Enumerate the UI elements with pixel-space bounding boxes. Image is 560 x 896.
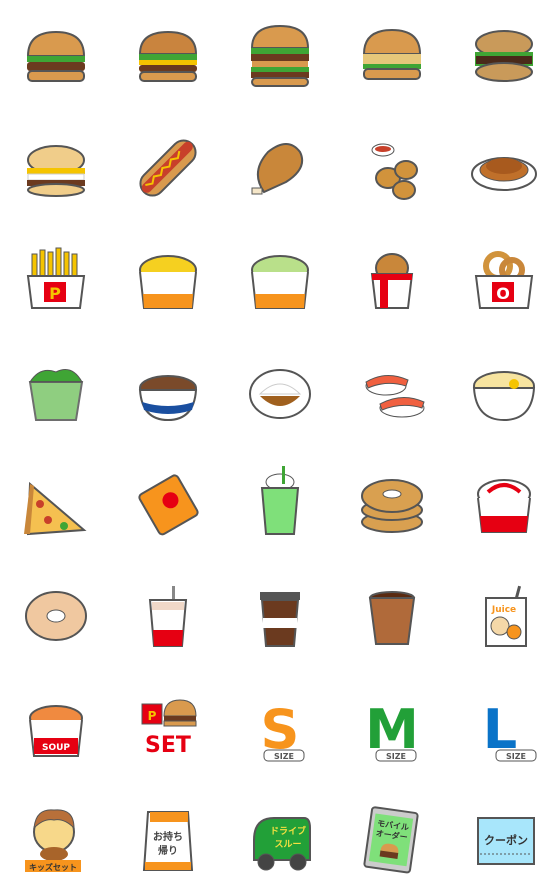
egg-muffin-icon [27,145,85,197]
sticker-ramen[interactable] [448,336,560,448]
sticker-hot-coffee[interactable] [336,560,448,672]
sticker-iced-coffee[interactable] [224,560,336,672]
fries-icon: P [26,247,86,309]
drive-thru-sub: スルー [274,839,301,850]
sticker-set[interactable]: P SET [112,672,224,784]
size-m-sub: SIZE [386,752,406,761]
nuggets-icon [371,143,418,200]
shake-icon [148,586,188,647]
sticker-size-m[interactable]: M SIZE [336,672,448,784]
chicken-burger-icon [362,28,422,80]
sticker-chicken-burger[interactable] [336,0,448,112]
pizza-icon [24,481,87,536]
salad-bowl-icon [28,369,84,421]
kids-set-icon: キッズセット [25,809,81,872]
sticker-corn-cup[interactable] [112,224,224,336]
takeout-label: お持ち [153,830,183,843]
sticker-kids-set[interactable]: キッズセット [0,784,112,896]
fried-chicken-icon [251,143,304,195]
sticker-soup[interactable]: SOUP [0,672,112,784]
donut-icon [25,591,87,641]
sticker-chicken-pack[interactable] [336,224,448,336]
drive-thru-label: ドライブ [270,825,306,837]
soup-icon: SOUP [29,705,83,757]
sticker-donut-stack[interactable] [336,448,448,560]
pancakes-icon [471,157,537,191]
sticker-melon-float[interactable] [224,448,336,560]
mobile-order-icon: モバイル オーダー [363,806,419,874]
sushi-icon [365,375,425,418]
sticker-sundae[interactable] [448,448,560,560]
sticker-hot-dog[interactable] [112,112,224,224]
ramen-icon [472,371,536,422]
set-fries-label: P [148,709,157,723]
juice-box-icon: Juice [485,585,527,647]
size-s-sub: SIZE [274,752,294,761]
takeout-icon: お持ち 帰り [142,811,194,871]
fries-label: P [49,284,61,303]
double-burger-icon [250,24,310,87]
hot-dog-icon [139,139,197,197]
hot-coffee-icon [368,591,416,645]
sticker-drive-thru[interactable]: ドライブ スルー [224,784,336,896]
sticker-salad-bowl[interactable] [0,336,112,448]
sticker-pizza[interactable] [0,448,112,560]
sticker-cheeseburger[interactable] [112,0,224,112]
sticker-rice-burger[interactable] [448,0,560,112]
curry-rice-icon [249,369,311,419]
size-s-icon: S SIZE [261,698,305,762]
onion-rings-icon: O [474,251,534,309]
sticker-onion-rings[interactable]: O [448,224,560,336]
juice-label: Juice [491,605,516,615]
onion-rings-label: O [496,284,510,303]
sticker-beef-bowl[interactable] [112,336,224,448]
sticker-juice-box[interactable]: Juice [448,560,560,672]
sticker-grid: P O Juice SOUP P SET S SIZE M SIZE L SIZ… [0,0,560,896]
sticker-size-s[interactable]: S SIZE [224,672,336,784]
rice-burger-icon [475,30,533,82]
sticker-shake[interactable] [112,560,224,672]
salad-cup-icon [251,255,309,309]
kids-set-label: キッズセット [29,862,77,872]
beef-bowl-icon [138,375,198,422]
sticker-curry-rice[interactable] [224,336,336,448]
snack-bag-icon [138,474,199,536]
sticker-nuggets[interactable] [336,112,448,224]
sticker-takeout[interactable]: お持ち 帰り [112,784,224,896]
sticker-mobile-order[interactable]: モバイル オーダー [336,784,448,896]
sticker-fries[interactable]: P [0,224,112,336]
coupon-label: クーポン [484,833,528,847]
melon-float-icon [260,466,300,535]
size-l-sub: SIZE [506,752,526,761]
soup-label: SOUP [42,743,70,753]
coupon-icon: クーポン [477,817,535,865]
sticker-coupon[interactable]: クーポン [448,784,560,896]
sticker-double-burger[interactable] [224,0,336,112]
chicken-pack-icon [370,253,414,309]
donut-stack-icon [361,479,423,533]
hamburger-icon [26,30,86,82]
sticker-donut[interactable] [0,560,112,672]
sticker-hamburger[interactable] [0,0,112,112]
size-l-icon: L SIZE [483,698,537,762]
cheeseburger-icon [138,30,198,82]
set-icon: P SET [141,699,197,758]
iced-coffee-icon [260,592,300,647]
takeout-sub: 帰り [158,844,178,857]
sticker-fried-chicken[interactable] [224,112,336,224]
size-m-icon: M SIZE [365,698,419,762]
drive-thru-icon: ドライブ スルー [253,817,311,871]
sticker-snack-bag[interactable] [112,448,224,560]
sticker-pancakes[interactable] [448,112,560,224]
corn-cup-icon [139,255,197,309]
set-label: SET [145,733,191,758]
sticker-sushi[interactable] [336,336,448,448]
sundae-icon [477,479,531,533]
sticker-egg-muffin[interactable] [0,112,112,224]
sticker-salad-cup[interactable] [224,224,336,336]
sticker-size-l[interactable]: L SIZE [448,672,560,784]
